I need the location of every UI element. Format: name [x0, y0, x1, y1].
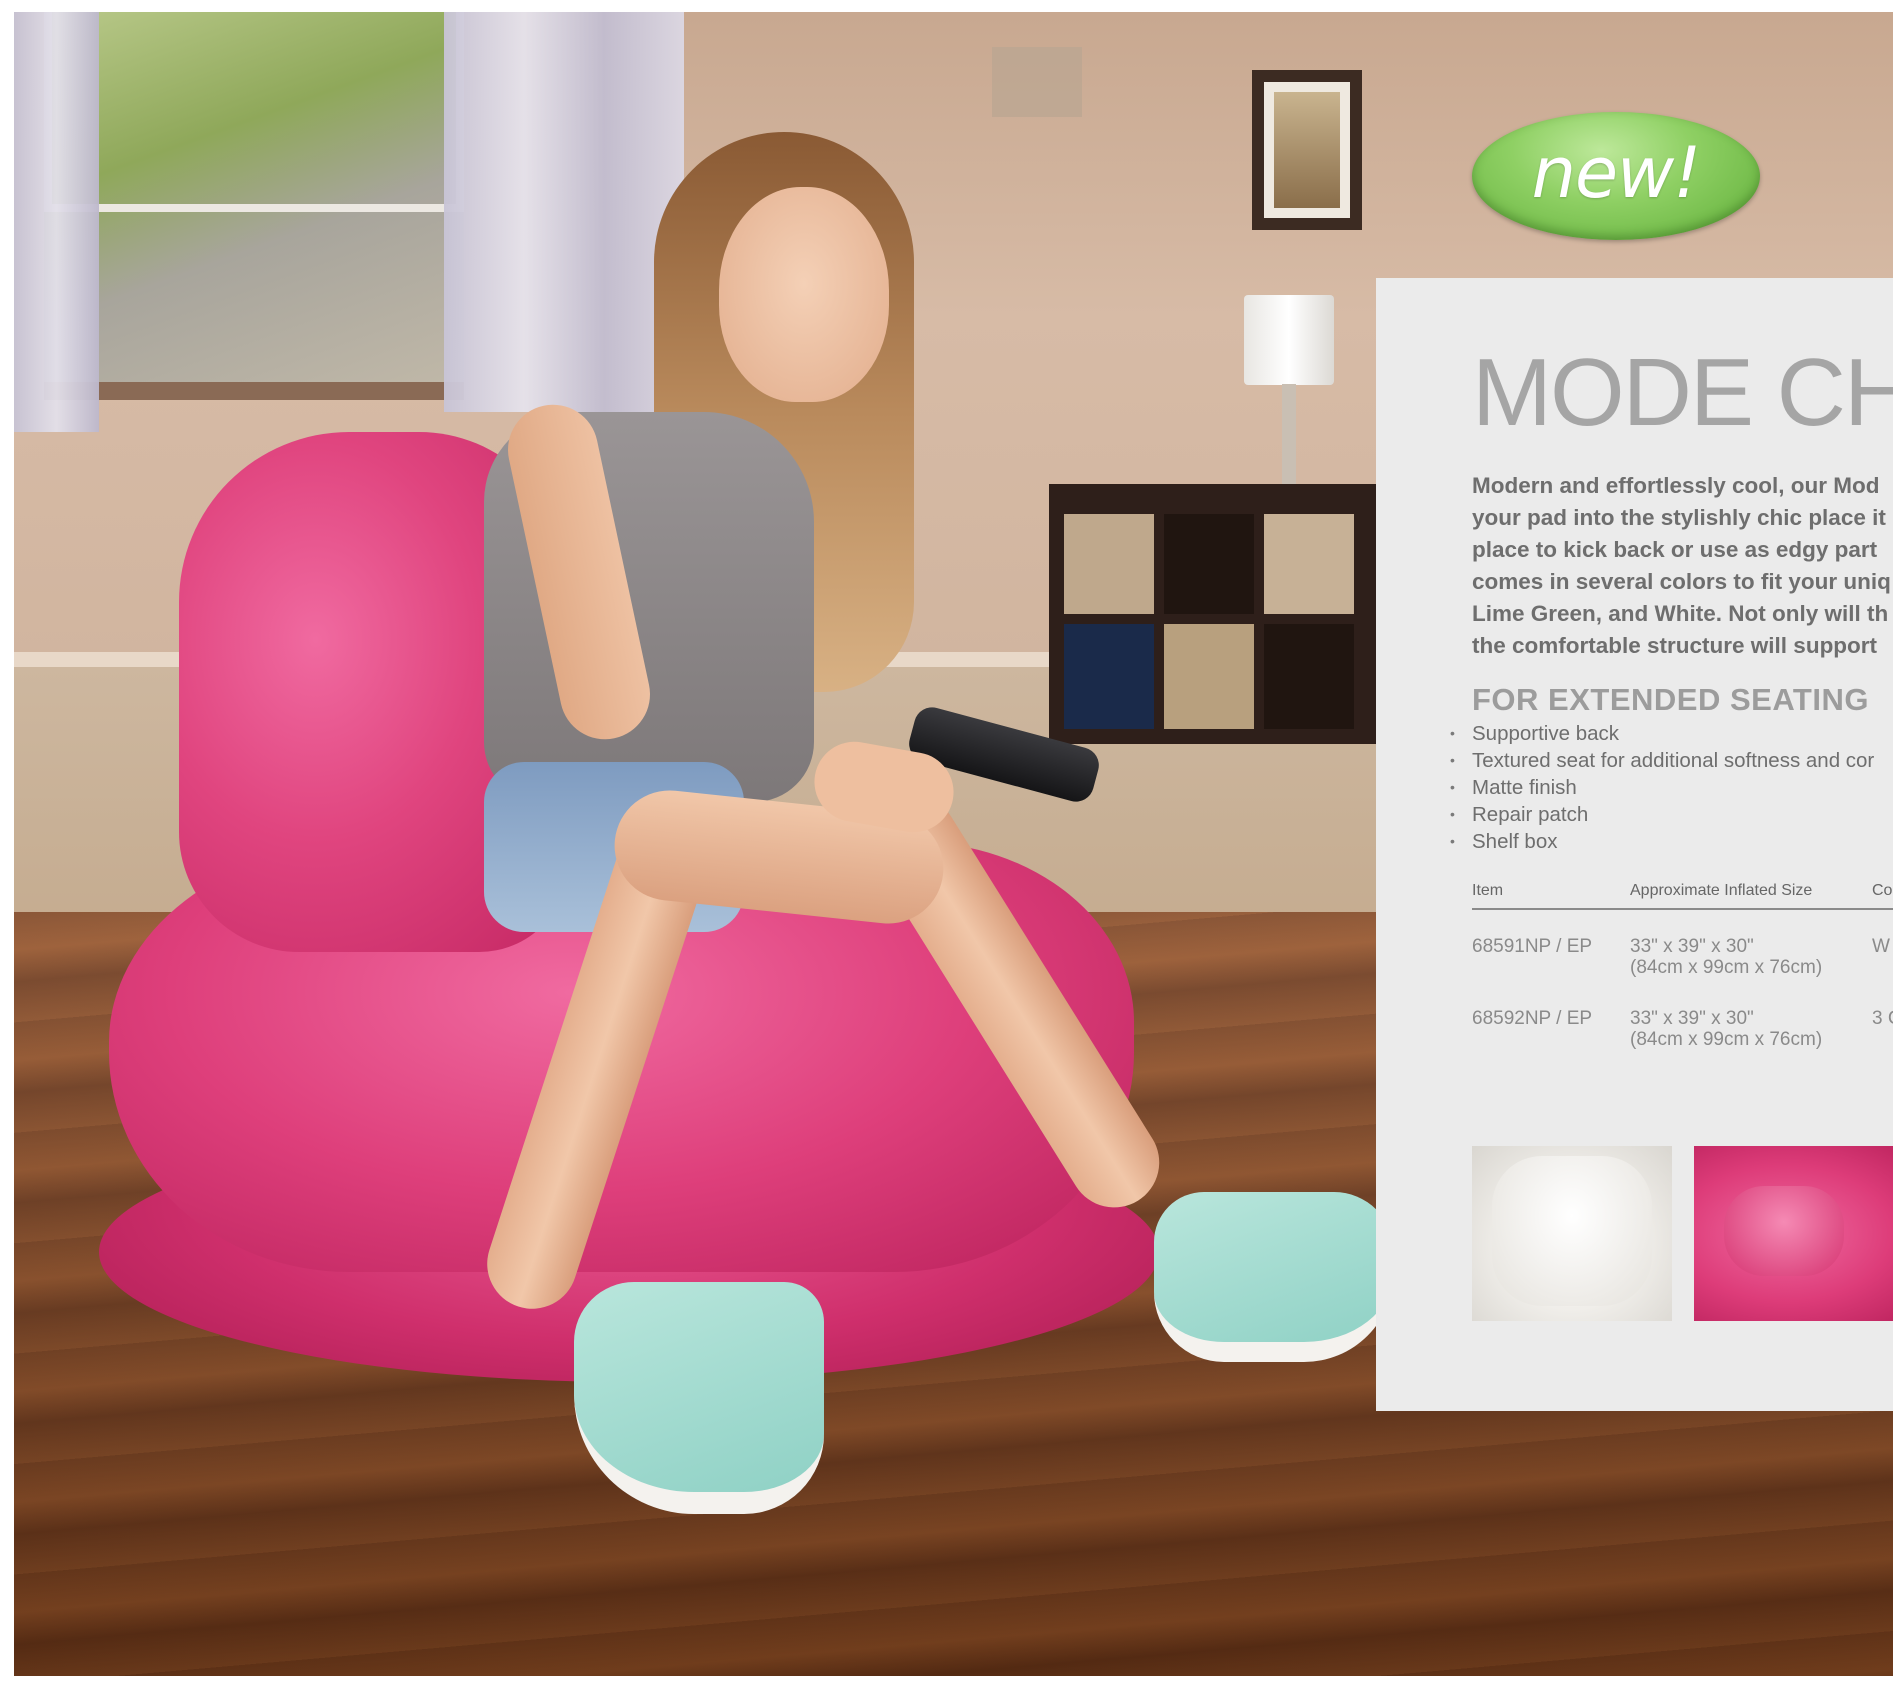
spec-table: Item Approximate Inflated Size Co 68591N… — [1472, 882, 1893, 1054]
cell-color: 3 C — [1872, 1008, 1893, 1029]
column-header-item: Item — [1472, 882, 1630, 910]
new-badge: new! — [1472, 112, 1760, 240]
features-heading: FOR EXTENDED SEATING — [1472, 682, 1869, 717]
product-info-panel: MODE CH Modern and effortlessly cool, ou… — [1376, 278, 1893, 1411]
sneaker-left — [574, 1282, 824, 1514]
table-row: 68591NP / EP 33" x 39" x 30" (84cm x 99c… — [1472, 909, 1893, 982]
feature-item: Matte finish — [1448, 774, 1874, 801]
model-face — [719, 187, 889, 402]
table-row: 68592NP / EP 33" x 39" x 30" (84cm x 99c… — [1472, 982, 1893, 1054]
product-title: MODE CH — [1472, 339, 1893, 446]
description-line: the comfortable structure will support — [1472, 633, 1878, 658]
framed-picture — [1252, 70, 1362, 230]
new-badge-label: new! — [1531, 132, 1702, 214]
size-metric: (84cm x 99cm x 76cm) — [1630, 1029, 1823, 1050]
feature-item: Supportive back — [1448, 720, 1874, 747]
column-header-color: Co — [1872, 882, 1893, 910]
curtain-right — [444, 12, 684, 412]
cell-size: 33" x 39" x 30" (84cm x 99cm x 76cm) — [1630, 982, 1872, 1054]
curtain-left — [14, 12, 99, 432]
spec-header-row: Item Approximate Inflated Size Co — [1472, 882, 1893, 910]
cell-size: 33" x 39" x 30" (84cm x 99cm x 76cm) — [1630, 909, 1872, 982]
size-imperial: 33" x 39" x 30" — [1630, 1008, 1754, 1029]
cell-item: 68591NP / EP — [1472, 936, 1593, 957]
wall-sign — [992, 47, 1082, 117]
cube-shelf — [1049, 484, 1394, 744]
product-description: Modern and effortlessly cool, our Mod yo… — [1472, 470, 1893, 662]
cell-color: W — [1872, 936, 1890, 957]
thumbnail-white-chair — [1472, 1146, 1672, 1321]
thumbnail-pink-chair — [1694, 1146, 1893, 1321]
description-line: place to kick back or use as edgy part — [1472, 537, 1878, 562]
column-header-size: Approximate Inflated Size — [1630, 882, 1872, 910]
size-imperial: 33" x 39" x 30" — [1630, 936, 1754, 957]
lamp-base — [1282, 384, 1296, 484]
feature-list: Supportive back Textured seat for additi… — [1448, 720, 1874, 855]
lamp-shade — [1244, 295, 1334, 385]
feature-item: Repair patch — [1448, 801, 1874, 828]
size-metric: (84cm x 99cm x 76cm) — [1630, 957, 1823, 978]
description-line: Lime Green, and White. Not only will th — [1472, 601, 1889, 626]
feature-item: Textured seat for additional softness an… — [1448, 747, 1874, 774]
feature-item: Shelf box — [1448, 828, 1874, 855]
sneaker-right — [1154, 1192, 1394, 1362]
cell-item: 68592NP / EP — [1472, 1008, 1593, 1029]
description-line: your pad into the stylishly chic place i… — [1472, 505, 1886, 530]
description-line: comes in several colors to fit your uniq — [1472, 569, 1891, 594]
window-frame — [44, 12, 464, 212]
description-line: Modern and effortlessly cool, our Mod — [1472, 473, 1880, 498]
